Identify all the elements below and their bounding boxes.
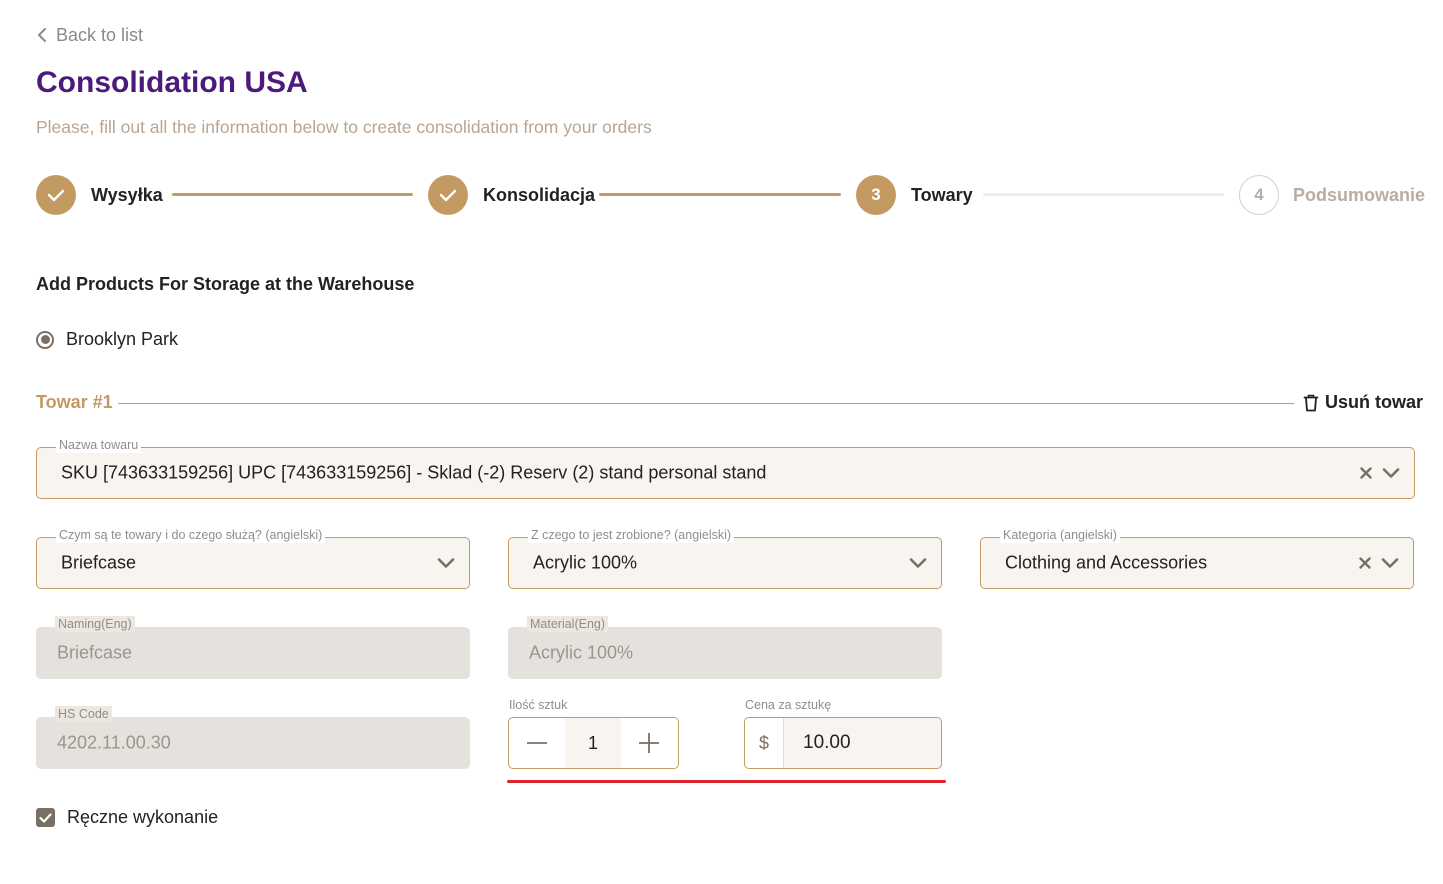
radio-button[interactable] <box>36 330 54 349</box>
currency-symbol: $ <box>745 718 784 768</box>
category-label: Kategoria (angielski) <box>1000 527 1120 543</box>
chevron-down-icon[interactable] <box>909 557 927 569</box>
category-value: Clothing and Accessories <box>1005 552 1208 573</box>
hs-code-field: HS Code 4202.11.00.30 <box>36 706 470 769</box>
step-connector-3 <box>983 193 1224 196</box>
step-3-label[interactable]: Towary <box>911 185 973 206</box>
product-select-value: SKU [743633159256] UPC [743633159256] - … <box>61 462 767 483</box>
step-3-number: 3 <box>856 175 896 215</box>
chevron-left-icon <box>38 28 46 42</box>
naming-eng-label: Naming(Eng) <box>55 616 135 632</box>
minus-icon <box>527 742 547 744</box>
chevron-down-icon[interactable] <box>437 557 455 569</box>
naming-eng-field: Naming(Eng) Briefcase <box>36 616 470 679</box>
step-connector-2 <box>599 193 841 196</box>
product-select-label: Nazwa towaru <box>56 437 142 453</box>
hs-code-label: HS Code <box>55 706 112 722</box>
handmade-label: Ręczne wykonanie <box>67 807 219 827</box>
handmade-checkbox[interactable] <box>36 808 55 827</box>
price-label: Cena za sztukę <box>745 698 832 712</box>
clear-icon[interactable] <box>1360 467 1372 479</box>
what-is-it-label: Czym są te towary i do czego służą? (ang… <box>56 527 326 543</box>
product-select[interactable]: Nazwa towaru SKU [743633159256] UPC [743… <box>36 437 1415 499</box>
quantity-increment-button[interactable] <box>621 718 677 768</box>
material-select[interactable]: Z czego to jest zrobione? (angielski) Ac… <box>508 527 942 589</box>
material-value: Acrylic 100% <box>533 552 638 573</box>
step-4-label: Podsumowanie <box>1293 185 1426 205</box>
chevron-down-icon[interactable] <box>1381 557 1399 569</box>
check-icon <box>39 812 52 823</box>
remove-item-button[interactable]: Usuń towar <box>1303 392 1423 413</box>
back-to-list-label: Back to list <box>56 24 144 45</box>
section-heading: Add Products For Storage at the Warehous… <box>36 274 415 294</box>
item-title: Towar #1 <box>36 392 113 412</box>
handmade-checkbox-row[interactable]: Ręczne wykonanie <box>36 807 218 828</box>
material-eng-value: Acrylic 100% <box>529 642 634 663</box>
quantity-decrement-button[interactable] <box>509 718 565 768</box>
category-select[interactable]: Kategoria (angielski) Clothing and Acces… <box>980 527 1414 589</box>
page-subtitle: Please, fill out all the information bel… <box>36 117 652 137</box>
quantity-value[interactable]: 1 <box>565 718 621 768</box>
plus-icon <box>639 733 659 753</box>
quantity-label: Ilość sztuk <box>509 698 568 712</box>
item-divider <box>118 403 1294 404</box>
step-2-label[interactable]: Konsolidacja <box>483 185 595 206</box>
back-to-list-link[interactable]: Back to list <box>36 24 143 46</box>
price-input[interactable]: $ 10.00 <box>744 717 942 769</box>
step-2-check-icon <box>428 175 468 215</box>
trash-icon <box>1303 394 1319 411</box>
chevron-down-icon[interactable] <box>1382 467 1400 479</box>
material-eng-field: Material(Eng) Acrylic 100% <box>508 616 942 679</box>
hs-code-value: 4202.11.00.30 <box>57 732 171 753</box>
naming-eng-value: Briefcase <box>57 642 133 663</box>
price-value[interactable]: 10.00 <box>784 718 851 768</box>
what-is-it-value: Briefcase <box>61 552 137 573</box>
warehouse-radio-label: Brooklyn Park <box>66 329 179 349</box>
step-1-label[interactable]: Wysyłka <box>91 185 163 206</box>
step-4-number: 4 <box>1239 175 1279 215</box>
what-is-it-select[interactable]: Czym są te towary i do czego służą? (ang… <box>36 527 470 589</box>
material-label: Z czego to jest zrobione? (angielski) <box>528 527 735 543</box>
step-connector-1 <box>172 193 413 196</box>
step-1-check-icon <box>36 175 76 215</box>
quantity-stepper[interactable]: 1 <box>508 717 679 769</box>
page-title: Consolidation USA <box>36 66 308 99</box>
clear-icon[interactable] <box>1359 557 1371 569</box>
highlight-underline <box>507 780 946 783</box>
remove-item-label: Usuń towar <box>1325 392 1424 412</box>
material-eng-label: Material(Eng) <box>527 616 609 632</box>
warehouse-radio-option[interactable]: Brooklyn Park <box>36 329 178 350</box>
